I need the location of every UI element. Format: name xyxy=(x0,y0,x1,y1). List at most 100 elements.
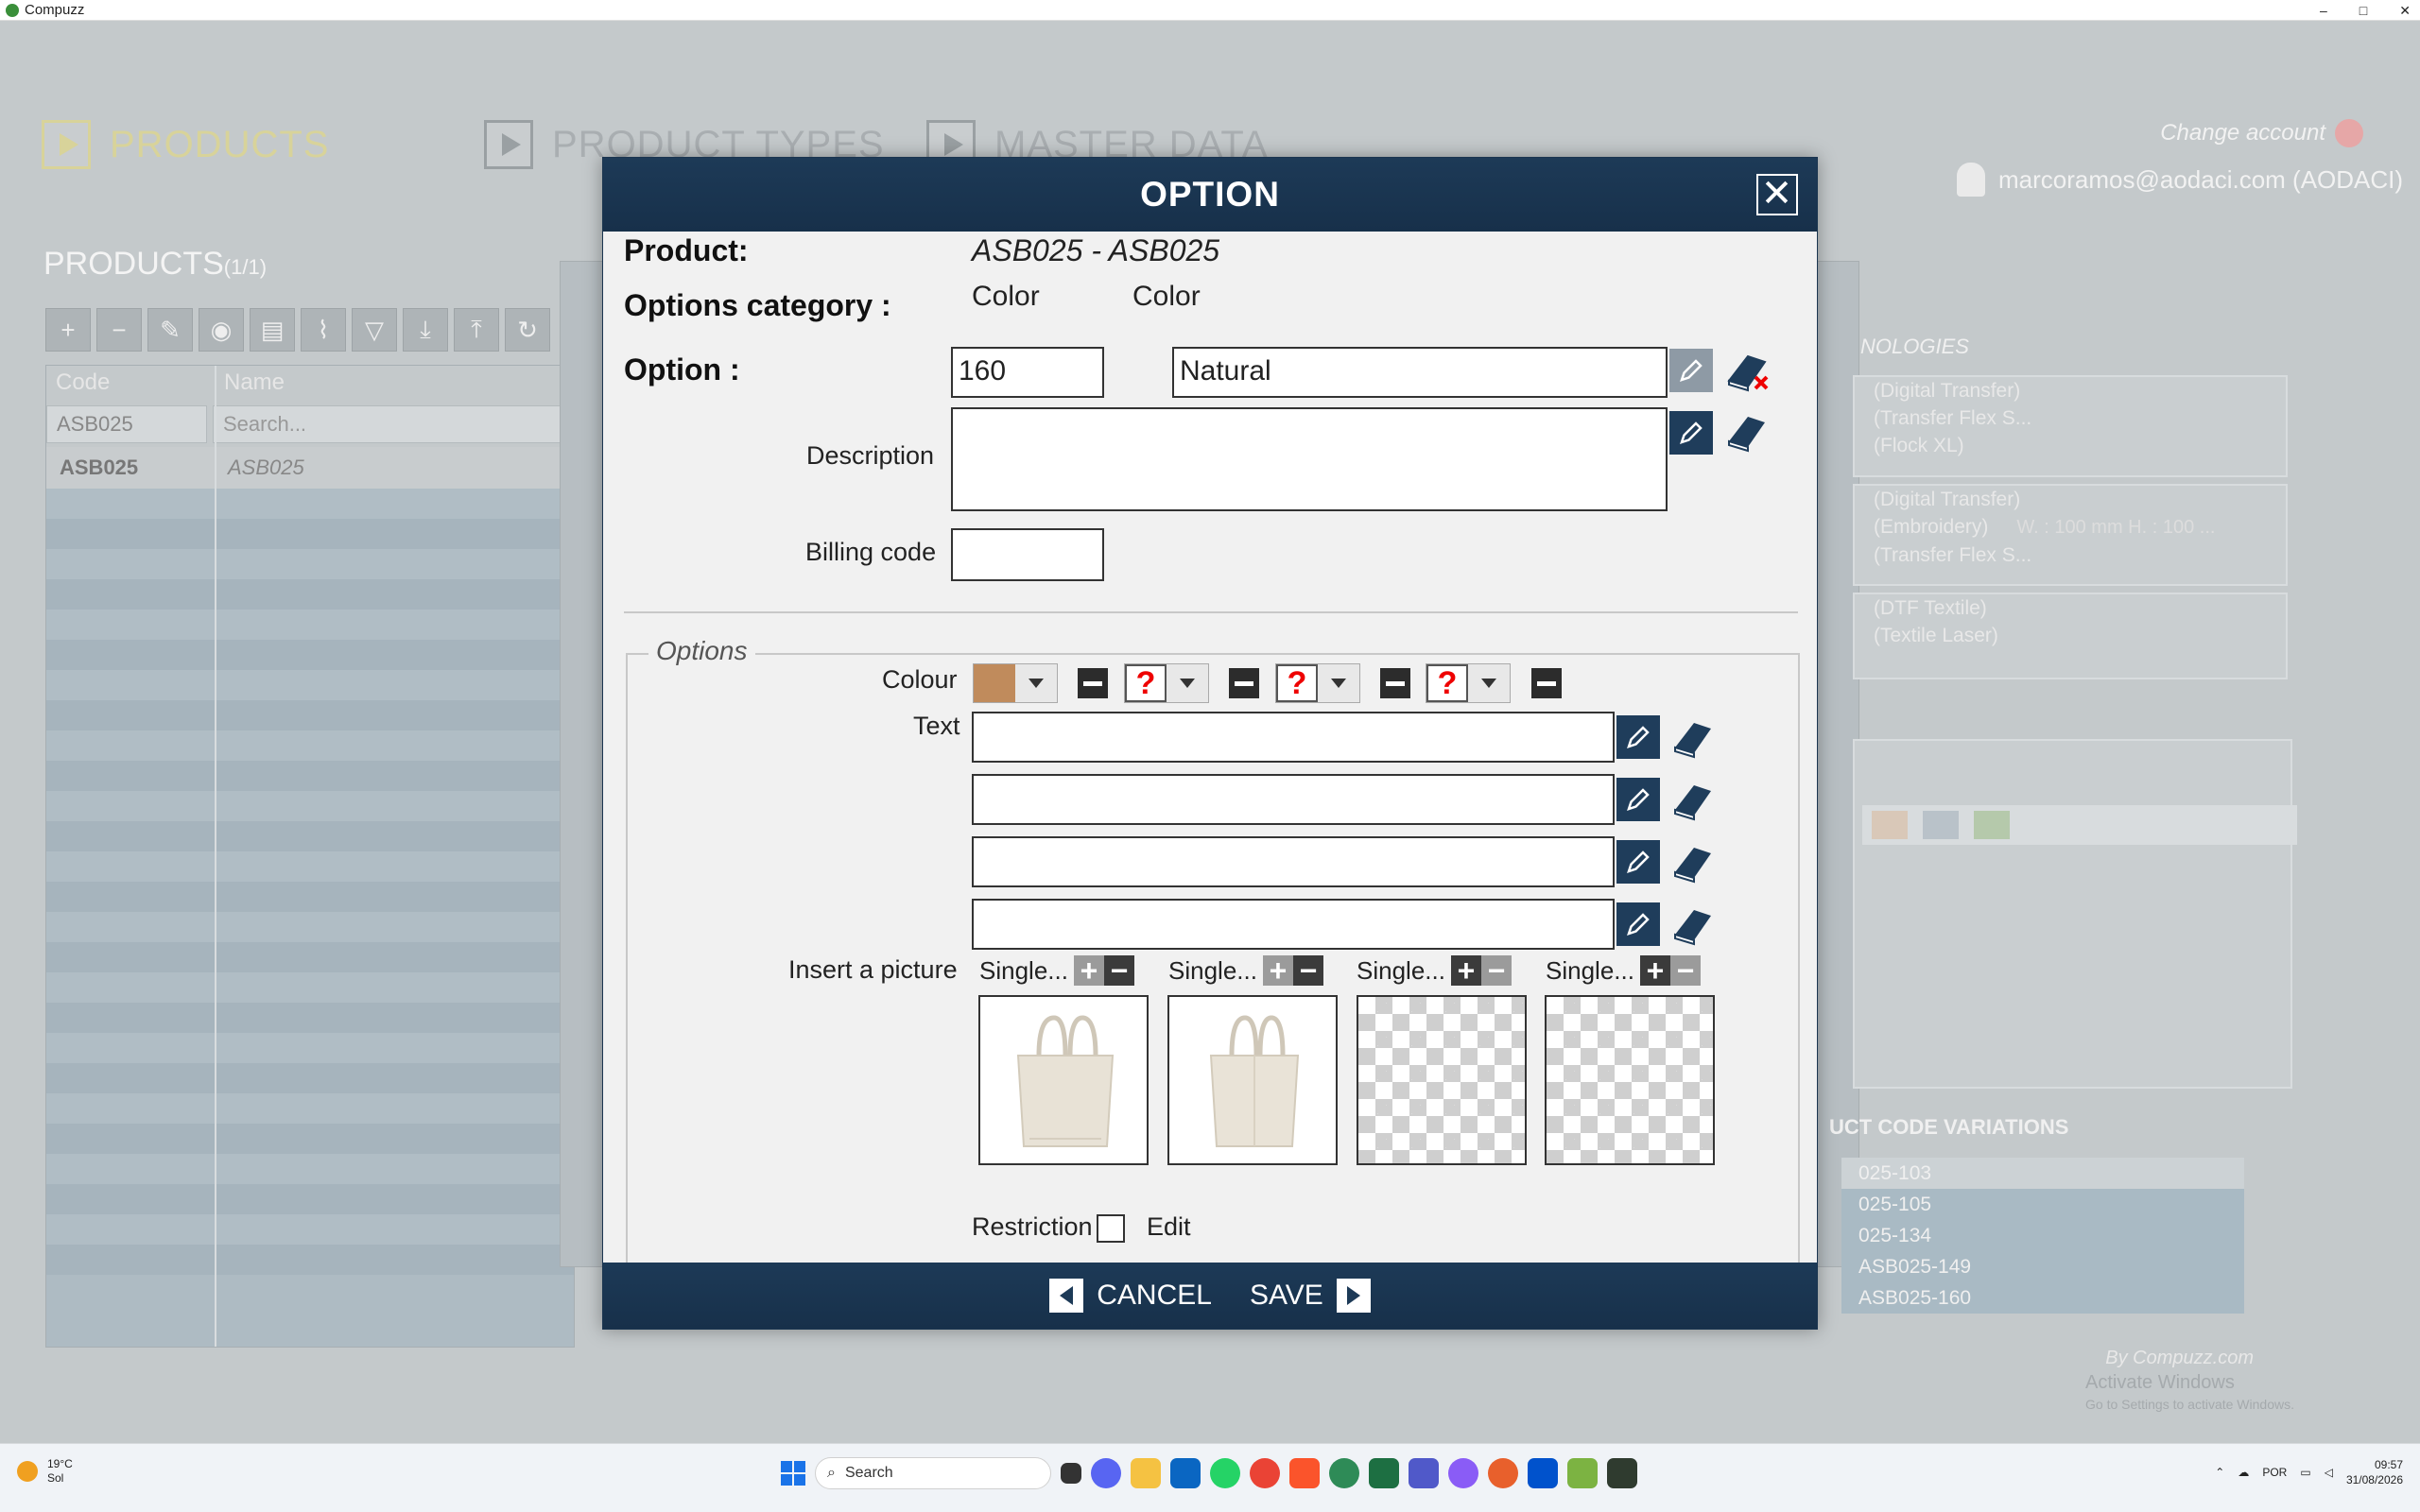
book-delete-icon[interactable] xyxy=(1723,351,1772,392)
colour-select-2[interactable]: ? xyxy=(1124,663,1209,703)
close-window-button[interactable]: ✕ xyxy=(2399,0,2411,21)
upload-icon[interactable]: ⤒ xyxy=(454,308,499,352)
filter-icon[interactable]: ▽ xyxy=(352,308,397,352)
app-icon[interactable] xyxy=(1448,1458,1478,1488)
remove-picture-button[interactable]: − xyxy=(1103,955,1134,986)
table-row[interactable]: ASB025 ASB025 xyxy=(46,447,574,489)
download-icon[interactable]: ⤓ xyxy=(403,308,448,352)
chrome-icon[interactable] xyxy=(1250,1458,1280,1488)
windows-start-icon[interactable] xyxy=(781,1461,805,1486)
claude-icon[interactable] xyxy=(1488,1458,1518,1488)
code-filter-input[interactable]: ASB025 xyxy=(46,405,207,443)
document-icon[interactable]: ▤ xyxy=(250,308,295,352)
column-code[interactable]: Code xyxy=(46,366,215,402)
text-edit-button[interactable] xyxy=(1616,778,1660,821)
picture-slot-1[interactable] xyxy=(978,995,1149,1165)
translate-book-icon[interactable] xyxy=(1669,904,1719,946)
description-edit-button[interactable] xyxy=(1669,411,1713,455)
view-icon[interactable]: ◉ xyxy=(199,308,244,352)
translate-book-icon[interactable] xyxy=(1723,411,1772,453)
close-dialog-button[interactable]: ✕ xyxy=(1756,174,1798,215)
text-input-4[interactable] xyxy=(972,899,1615,950)
network-icon[interactable]: ▭ xyxy=(2300,1466,2310,1479)
text-input-3[interactable] xyxy=(972,836,1615,887)
outlook-icon[interactable] xyxy=(1170,1458,1201,1488)
remove-picture-button[interactable]: − xyxy=(1480,955,1512,986)
text-input-2[interactable] xyxy=(972,774,1615,825)
remove-colour-button[interactable] xyxy=(1531,668,1562,698)
chevron-up-icon[interactable]: ⌃ xyxy=(2215,1466,2224,1479)
colour-select-4[interactable]: ? xyxy=(1426,663,1511,703)
discord-icon[interactable] xyxy=(1091,1458,1121,1488)
tote-bag-image xyxy=(1016,1015,1115,1147)
billing-code-input[interactable] xyxy=(951,528,1104,581)
translate-book-icon[interactable] xyxy=(1669,780,1719,821)
edit-icon[interactable]: ✎ xyxy=(147,308,193,352)
add-picture-button[interactable]: + xyxy=(1639,955,1670,986)
list-item[interactable]: 025-103 xyxy=(1841,1158,2244,1189)
column-name[interactable]: Name xyxy=(215,366,294,402)
remove-icon[interactable]: − xyxy=(96,308,142,352)
colour-select-3[interactable]: ? xyxy=(1275,663,1360,703)
swatch[interactable] xyxy=(1923,811,1959,839)
name-search-input[interactable]: Search... xyxy=(213,405,574,443)
weather-widget[interactable]: 19°C Sol xyxy=(17,1457,73,1486)
trello-icon[interactable] xyxy=(1528,1458,1558,1488)
minimize-button[interactable]: – xyxy=(2320,0,2327,21)
translate-book-icon[interactable] xyxy=(1669,842,1719,884)
swatch[interactable] xyxy=(1872,811,1908,839)
remove-picture-button[interactable]: − xyxy=(1669,955,1701,986)
volume-icon[interactable]: ◁ xyxy=(2325,1466,2333,1479)
cancel-button[interactable]: CANCEL xyxy=(1097,1280,1212,1312)
list-item[interactable]: ASB025-149 xyxy=(1841,1251,2244,1282)
arrow-right-icon[interactable] xyxy=(1336,1279,1371,1313)
change-account-link[interactable]: Change account xyxy=(2160,119,2363,147)
text-input-1[interactable] xyxy=(972,712,1615,763)
add-picture-button[interactable]: + xyxy=(1262,955,1293,986)
lang-indicator[interactable]: POR xyxy=(2262,1466,2287,1479)
save-button[interactable]: SAVE xyxy=(1250,1280,1323,1312)
picture-slot-2[interactable] xyxy=(1167,995,1338,1165)
arrow-left-icon[interactable] xyxy=(1049,1279,1084,1313)
excel-icon[interactable] xyxy=(1369,1458,1399,1488)
app-icon[interactable] xyxy=(1329,1458,1359,1488)
attach-icon[interactable]: ⌇ xyxy=(301,308,346,352)
pencil-icon xyxy=(1680,359,1703,382)
compuzz-taskbar-icon[interactable] xyxy=(1607,1458,1637,1488)
remove-picture-button[interactable]: − xyxy=(1292,955,1323,986)
maximize-button[interactable]: □ xyxy=(2360,0,2367,21)
taskbar-search[interactable]: ⌕ Search xyxy=(815,1457,1051,1489)
list-item[interactable]: ASB025-160 xyxy=(1841,1282,2244,1314)
brave-icon[interactable] xyxy=(1289,1458,1320,1488)
clock[interactable]: 09:57 31/08/2026 xyxy=(2346,1457,2403,1487)
picture-slot-4[interactable] xyxy=(1545,995,1715,1165)
list-item[interactable]: 025-105 xyxy=(1841,1189,2244,1220)
cloud-icon[interactable]: ☁ xyxy=(2238,1466,2249,1479)
translate-book-icon[interactable] xyxy=(1669,717,1719,759)
option-code-input[interactable]: 160 xyxy=(951,347,1104,398)
add-icon[interactable]: + xyxy=(45,308,91,352)
restriction-checkbox[interactable] xyxy=(1097,1214,1125,1243)
remove-colour-button[interactable] xyxy=(1229,668,1259,698)
text-edit-button[interactable] xyxy=(1616,902,1660,946)
tab-products[interactable]: PRODUCTS xyxy=(42,120,329,169)
colour-select-1[interactable] xyxy=(973,663,1058,703)
add-picture-button[interactable]: + xyxy=(1073,955,1104,986)
text-edit-button[interactable] xyxy=(1616,715,1660,759)
file-explorer-icon[interactable] xyxy=(1131,1458,1161,1488)
remove-colour-button[interactable] xyxy=(1078,668,1108,698)
whatsapp-icon[interactable] xyxy=(1210,1458,1240,1488)
picture-slot-3[interactable] xyxy=(1357,995,1527,1165)
remove-colour-button[interactable] xyxy=(1380,668,1410,698)
add-picture-button[interactable]: + xyxy=(1450,955,1481,986)
swatch[interactable] xyxy=(1974,811,2010,839)
text-edit-button[interactable] xyxy=(1616,840,1660,884)
teams-icon[interactable] xyxy=(1409,1458,1439,1488)
edit-pencil-button[interactable] xyxy=(1669,349,1713,392)
description-textarea[interactable] xyxy=(951,407,1668,511)
refresh-icon[interactable]: ↻ xyxy=(505,308,550,352)
app-icon[interactable] xyxy=(1567,1458,1598,1488)
list-item[interactable]: 025-134 xyxy=(1841,1220,2244,1251)
task-view-icon[interactable] xyxy=(1061,1463,1081,1484)
option-name-input[interactable]: Natural xyxy=(1172,347,1668,398)
